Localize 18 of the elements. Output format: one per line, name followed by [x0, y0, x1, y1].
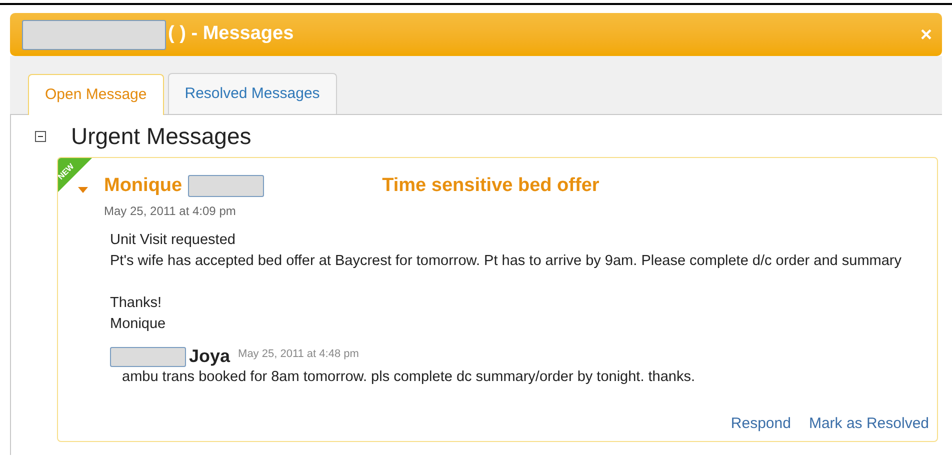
message-text: Monique [110, 314, 167, 334]
collapse-icon[interactable] [35, 130, 46, 142]
action-link[interactable]: Respond [730, 412, 791, 435]
message-text: Pt's wife has accepted bed offer at Baycrest for tomorrow. Pt has to arrive by 9am. Please complete d/c order and summary [110, 252, 903, 270]
window-title: ( ) - Messages [168, 22, 295, 46]
action-link[interactable]: Mark as Resolved [808, 412, 929, 435]
tab[interactable]: Resolved Messages [168, 73, 337, 114]
reply-text: ambu trans booked for 8am tomorrow. pls complete dc summary/order by tonight. thanks. [121, 368, 696, 386]
message-text: Thanks! [110, 294, 163, 312]
tab[interactable]: Open Message [28, 74, 164, 115]
sender-name: Monique [104, 174, 182, 198]
reply-sender: Joya [189, 344, 230, 366]
message-subject: Time sensitive bed offer [382, 174, 600, 198]
message-time: May 25, 2011 at 4:09 pm [103, 202, 237, 220]
section-title: Urgent Messages [71, 122, 252, 151]
caret-icon[interactable] [78, 187, 88, 194]
message-text: Unit Visit requested [110, 230, 236, 250]
reply-time: May 25, 2011 at 4:48 pm [238, 346, 359, 362]
